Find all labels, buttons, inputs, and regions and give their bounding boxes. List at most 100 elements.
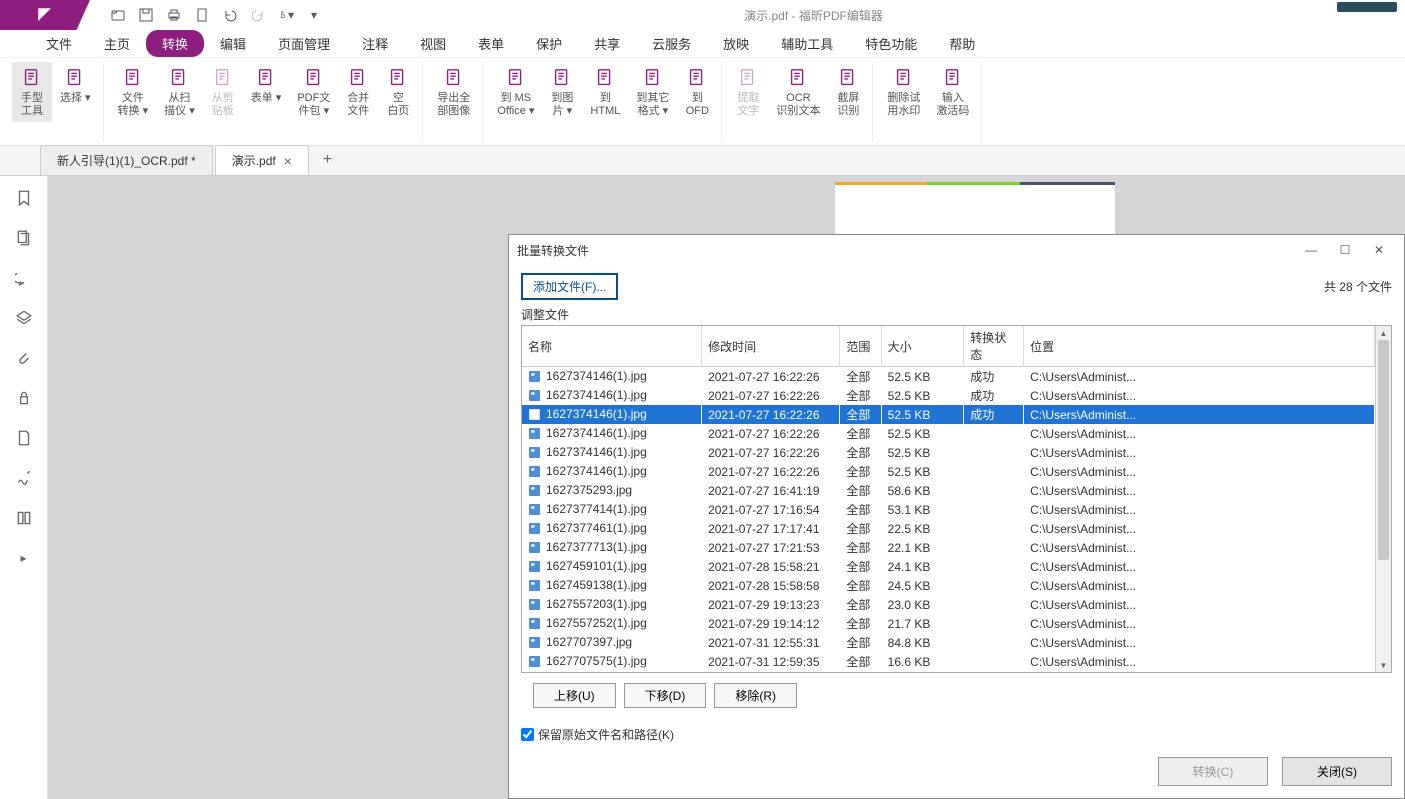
menu-10[interactable]: 云服务 (636, 30, 707, 57)
menu-11[interactable]: 放映 (707, 30, 765, 57)
menu-6[interactable]: 视图 (404, 30, 462, 57)
sidebar-pages-icon[interactable] (14, 228, 34, 248)
move-down-button[interactable]: 下移(D) (624, 683, 707, 708)
touch-icon[interactable]: ▾ (278, 7, 294, 23)
open-icon[interactable] (110, 7, 126, 23)
menu-12[interactable]: 辅助工具 (765, 30, 849, 57)
ribbon-form[interactable]: 表单 ▾ (243, 62, 290, 109)
ribbon-select[interactable]: 选择 ▾ (52, 62, 99, 109)
scroll-down-icon[interactable]: ▼ (1376, 658, 1391, 672)
table-row[interactable]: 1627374146(1).jpg2021-07-27 16:22:26全部52… (522, 462, 1375, 481)
ribbon-activate[interactable]: 输入 激活码 (928, 62, 977, 122)
menu-14[interactable]: 帮助 (933, 30, 991, 57)
print-icon[interactable] (166, 7, 182, 23)
menu-8[interactable]: 保护 (520, 30, 578, 57)
new-tab-button[interactable]: + (311, 145, 344, 175)
sidebar-lock-icon[interactable] (14, 388, 34, 408)
menu-13[interactable]: 特色功能 (849, 30, 933, 57)
ribbon-to-other[interactable]: 到其它 格式 ▾ (628, 62, 677, 122)
col-header-name[interactable]: 名称 (522, 326, 702, 367)
minimize-icon[interactable]: — (1294, 238, 1328, 262)
doc-tab[interactable]: 演示.pdf× (215, 145, 309, 175)
ribbon-from-scanner[interactable]: 从扫 描仪 ▾ (156, 62, 203, 122)
ribbon-remove-watermark[interactable]: 删除试 用水印 (879, 62, 928, 122)
keep-original-label: 保留原始文件名和路径(K) (538, 726, 674, 743)
undo-icon[interactable] (222, 7, 238, 23)
table-row[interactable]: 1627707575(1).jpg2021-07-31 12:59:35全部16… (522, 652, 1375, 671)
table-row[interactable]: 1627903051(1).jpg2021-08-02 19:17:31全部22… (522, 671, 1375, 672)
close-button[interactable]: 关闭(S) (1282, 757, 1392, 786)
ribbon-ocr-text[interactable]: OCR 识别文本 (768, 62, 828, 122)
ribbon-to-html[interactable]: 到 HTML (582, 62, 628, 122)
table-row[interactable]: 1627374146(1).jpg2021-07-27 16:22:26全部52… (522, 424, 1375, 443)
menu-9[interactable]: 共享 (578, 30, 636, 57)
menu-4[interactable]: 页面管理 (262, 30, 346, 57)
redo-icon[interactable] (250, 7, 266, 23)
table-row[interactable]: 1627707397.jpg2021-07-31 12:55:31全部84.8 … (522, 633, 1375, 652)
table-row[interactable]: 1627374146(1).jpg2021-07-27 16:22:26全部52… (522, 443, 1375, 462)
sidebar-compare-icon[interactable] (14, 508, 34, 528)
ribbon-hand-tool[interactable]: 手型 工具 (12, 62, 52, 122)
sidebar-doc-icon[interactable] (14, 428, 34, 448)
keep-original-input[interactable] (521, 728, 534, 741)
file-icon (528, 636, 542, 650)
sidebar-attach-icon[interactable] (14, 348, 34, 368)
save-icon[interactable] (138, 7, 154, 23)
app-logo[interactable] (0, 0, 90, 30)
doc-icon[interactable] (194, 7, 210, 23)
scroll-thumb[interactable] (1378, 340, 1389, 560)
sidebar-layers-icon[interactable] (14, 308, 34, 328)
ribbon-to-image[interactable]: 到图 片 ▾ (542, 62, 582, 122)
ribbon-pdf-package[interactable]: PDF文 件包 ▾ (289, 62, 338, 122)
table-row[interactable]: 1627374146(1).jpg2021-07-27 16:22:26全部52… (522, 367, 1375, 387)
table-row[interactable]: 1627375293.jpg2021-07-27 16:41:19全部58.6 … (522, 481, 1375, 500)
merge-icon (346, 66, 370, 90)
to-ofd-icon (685, 66, 709, 90)
table-row[interactable]: 1627377414(1).jpg2021-07-27 17:16:54全部53… (522, 500, 1375, 519)
col-header-loc[interactable]: 位置 (1024, 326, 1375, 367)
menu-7[interactable]: 表单 (462, 30, 520, 57)
dialog-titlebar[interactable]: 批量转换文件 — ☐ ✕ (509, 235, 1404, 265)
col-header-size[interactable]: 大小 (881, 326, 964, 367)
col-header-status[interactable]: 转换状态 (964, 326, 1024, 367)
ribbon-to-msoffice[interactable]: 到 MS Office ▾ (489, 62, 542, 122)
sidebar-expand-icon[interactable]: ▸ (14, 548, 34, 568)
table-row[interactable]: 1627374146(1).jpg2021-07-27 16:22:26全部52… (522, 405, 1375, 424)
quick-access-toolbar: ▾ ▾ (90, 7, 322, 23)
doc-tab[interactable]: 新人引导(1)(1)_OCR.pdf * (40, 145, 213, 175)
menu-5[interactable]: 注释 (346, 30, 404, 57)
ribbon-file-convert[interactable]: 文件 转换 ▾ (110, 62, 157, 122)
col-header-range[interactable]: 范围 (840, 326, 881, 367)
menu-2[interactable]: 转换 (146, 30, 204, 57)
qat-more-icon[interactable]: ▾ (306, 7, 322, 23)
menu-0[interactable]: 文件 (30, 30, 88, 57)
ribbon-screen-ocr[interactable]: 截屏 识别 (828, 62, 868, 122)
convert-button[interactable]: 转换(C) (1158, 757, 1268, 786)
sidebar-bookmark-icon[interactable] (14, 188, 34, 208)
keep-original-checkbox[interactable]: 保留原始文件名和路径(K) (521, 726, 1392, 743)
maximize-icon[interactable]: ☐ (1328, 238, 1362, 262)
ribbon-merge[interactable]: 合并 文件 (338, 62, 378, 122)
table-row[interactable]: 1627557203(1).jpg2021-07-29 19:13:23全部23… (522, 595, 1375, 614)
menu-3[interactable]: 编辑 (204, 30, 262, 57)
remove-button[interactable]: 移除(R) (714, 683, 797, 708)
scrollbar[interactable]: ▲ ▼ (1375, 326, 1391, 672)
table-row[interactable]: 1627459138(1).jpg2021-07-28 15:58:58全部24… (522, 576, 1375, 595)
scroll-up-icon[interactable]: ▲ (1376, 326, 1391, 340)
ribbon-export-images[interactable]: 导出全 部图像 (429, 62, 478, 122)
col-header-time[interactable]: 修改时间 (702, 326, 840, 367)
ribbon-to-ofd[interactable]: 到 OFD (677, 62, 717, 122)
table-row[interactable]: 1627459101(1).jpg2021-07-28 15:58:21全部24… (522, 557, 1375, 576)
table-row[interactable]: 1627377461(1).jpg2021-07-27 17:17:41全部22… (522, 519, 1375, 538)
menu-1[interactable]: 主页 (88, 30, 146, 57)
sidebar-chat-icon[interactable] (14, 268, 34, 288)
table-row[interactable]: 1627374146(1).jpg2021-07-27 16:22:26全部52… (522, 386, 1375, 405)
table-row[interactable]: 1627557252(1).jpg2021-07-29 19:14:12全部21… (522, 614, 1375, 633)
move-up-button[interactable]: 上移(U) (533, 683, 616, 708)
ribbon-blank-page[interactable]: 空 白页 (378, 62, 418, 122)
sidebar-sign-icon[interactable] (14, 468, 34, 488)
table-row[interactable]: 1627377713(1).jpg2021-07-27 17:21:53全部22… (522, 538, 1375, 557)
close-icon[interactable]: ✕ (1362, 238, 1396, 262)
tab-close-icon[interactable]: × (284, 153, 292, 169)
add-file-button[interactable]: 添加文件(F)... (521, 273, 618, 300)
